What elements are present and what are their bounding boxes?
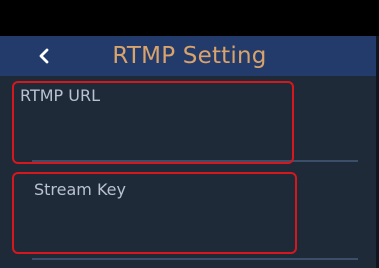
header-bar: RTMP Setting <box>0 36 379 76</box>
back-chevron-icon <box>39 48 49 64</box>
status-bar <box>0 0 379 36</box>
rtmp-setting-screen: RTMP Setting RTMP URL Stream Key <box>0 0 379 268</box>
stream-key-underline <box>32 258 358 260</box>
rtmp-url-highlight <box>12 81 294 164</box>
back-button[interactable] <box>28 36 62 76</box>
stream-key-highlight <box>12 172 297 254</box>
settings-form: RTMP URL Stream Key <box>0 76 379 268</box>
